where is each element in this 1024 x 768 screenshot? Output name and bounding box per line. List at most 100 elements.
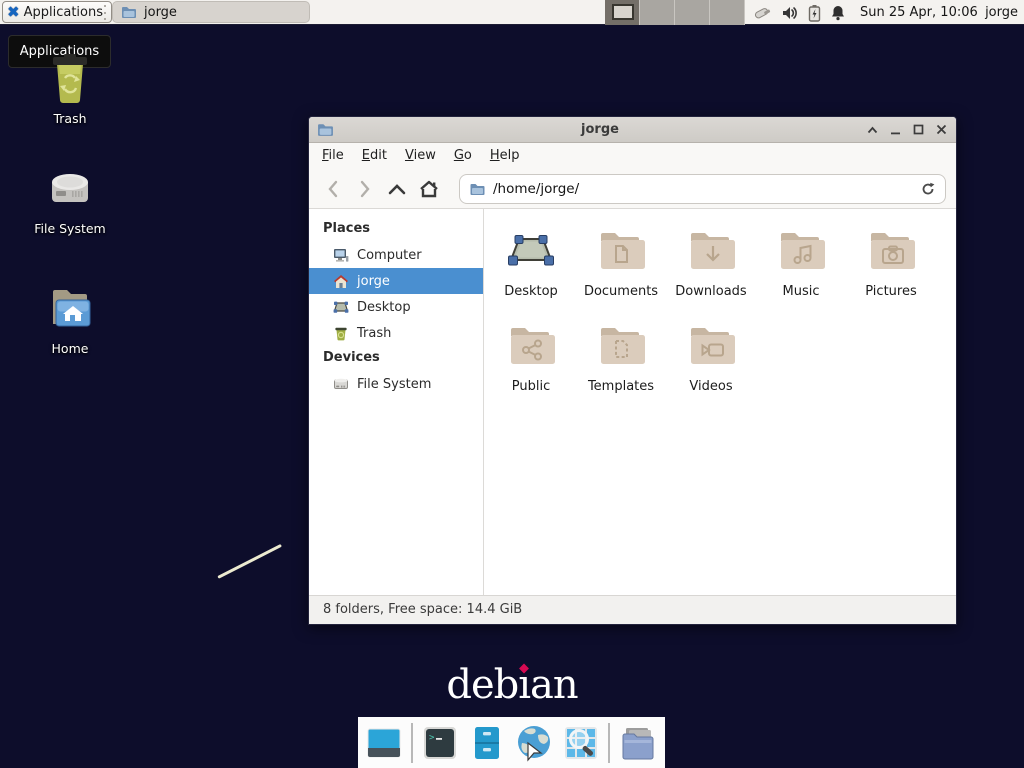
workspace-switcher[interactable] <box>605 0 745 25</box>
applications-menu-button[interactable]: ✖ Applications <box>2 1 112 23</box>
top-panel: ✖ Applications jorge <box>0 0 1024 25</box>
notification-bell-icon[interactable] <box>830 4 846 21</box>
menu-go[interactable]: Go <box>445 143 481 169</box>
show-desktop-button[interactable] <box>365 723 403 763</box>
folder-item-downloads[interactable]: Downloads <box>666 227 756 322</box>
file-cabinet-launcher[interactable] <box>468 723 506 763</box>
maximize-icon[interactable] <box>912 123 925 136</box>
drive-small-icon <box>333 377 349 391</box>
menu-file[interactable]: File <box>313 143 353 169</box>
dock-separator <box>411 723 413 763</box>
window-folder-icon <box>317 122 334 137</box>
folder-item-desktop[interactable]: Desktop <box>486 227 576 322</box>
workspace-window-thumb <box>612 4 634 20</box>
titlebar[interactable]: jorge <box>309 117 956 143</box>
home-folder-icon <box>45 284 95 334</box>
show-desktop-icon <box>365 724 403 762</box>
sidebar-header-places: Places <box>309 217 483 242</box>
sidebar-item-computer[interactable]: Computer <box>309 242 483 268</box>
forward-button[interactable] <box>351 175 379 203</box>
trash-small-icon <box>333 326 349 341</box>
folder-item-public[interactable]: Public <box>486 322 576 417</box>
sidebar-item-label: File System <box>357 377 431 392</box>
battery-charging-icon[interactable] <box>808 4 821 22</box>
dock-panel: > <box>358 717 665 768</box>
pictures-folder-icon <box>867 227 915 275</box>
desktop-icon-label: File System <box>34 221 106 236</box>
path-input[interactable]: /home/jorge/ <box>493 181 913 197</box>
terminal-launcher[interactable]: > <box>421 723 459 763</box>
file-manager-launcher[interactable] <box>618 723 658 763</box>
documents-folder-icon <box>597 227 645 275</box>
screwdriver-icon[interactable] <box>752 4 772 22</box>
workspace-3[interactable] <box>675 0 710 25</box>
sidebar-item-trash[interactable]: Trash <box>309 320 483 346</box>
desktop-icon-filesystem[interactable]: File System <box>22 164 118 236</box>
window-title: jorge <box>334 122 866 137</box>
menu-view[interactable]: View <box>396 143 445 169</box>
public-folder-icon <box>507 322 555 370</box>
desktop-icon-trash[interactable]: Trash <box>22 52 118 126</box>
volume-icon[interactable] <box>781 5 799 21</box>
terminal-icon: > <box>421 724 459 762</box>
folder-item-music[interactable]: Music <box>756 227 846 322</box>
downloads-folder-icon <box>687 227 735 275</box>
app-finder-icon <box>562 724 600 762</box>
web-browser-icon <box>514 723 554 763</box>
system-tray <box>752 0 846 25</box>
file-cabinet-icon <box>468 724 506 762</box>
close-icon[interactable] <box>935 123 948 136</box>
menubar: File Edit View Go Help <box>309 143 956 169</box>
sidebar-item-label: Desktop <box>357 300 411 315</box>
folder-item-label: Downloads <box>675 284 746 299</box>
file-manager-window: jorge File Edit View Go Help <box>308 116 957 625</box>
trash-icon <box>45 52 95 104</box>
sidebar-header-devices: Devices <box>309 346 483 371</box>
computer-icon <box>333 248 349 263</box>
folder-item-documents[interactable]: Documents <box>576 227 666 322</box>
folder-item-label: Music <box>783 284 820 299</box>
folder-item-pictures[interactable]: Pictures <box>846 227 936 322</box>
desktop-icon-label: Trash <box>53 111 86 126</box>
music-folder-icon <box>777 227 825 275</box>
minimize-icon[interactable] <box>889 123 902 136</box>
statusbar: 8 folders, Free space: 14.4 GiB <box>309 595 956 624</box>
menu-edit[interactable]: Edit <box>353 143 396 169</box>
desktop-icon-home[interactable]: Home <box>22 284 118 356</box>
pathbar-folder-icon <box>469 182 486 196</box>
path-bar[interactable]: /home/jorge/ <box>459 174 946 204</box>
folder-item-label: Public <box>512 379 550 394</box>
videos-folder-icon <box>687 322 735 370</box>
workspace-2[interactable] <box>640 0 675 25</box>
debian-wordmark: debıan <box>0 662 1024 708</box>
folder-view: Desktop Documents Downloads <box>484 209 956 595</box>
menu-help[interactable]: Help <box>481 143 529 169</box>
shade-icon[interactable] <box>866 123 879 136</box>
folder-item-label: Documents <box>584 284 658 299</box>
home-button[interactable] <box>415 175 443 203</box>
statusbar-text: 8 folders, Free space: 14.4 GiB <box>323 602 522 617</box>
taskbar-window-label: jorge <box>144 5 177 20</box>
taskbar-window-button[interactable]: jorge <box>112 1 310 23</box>
folder-item-label: Videos <box>689 379 732 394</box>
panel-username[interactable]: jorge <box>985 0 1018 25</box>
panel-clock[interactable]: Sun 25 Apr, 10:06 <box>860 0 978 25</box>
reload-icon[interactable] <box>920 181 936 197</box>
workspace-1[interactable] <box>605 0 640 25</box>
workspace-4[interactable] <box>710 0 745 25</box>
web-browser-launcher[interactable] <box>514 723 554 763</box>
panel-handle[interactable] <box>104 5 108 20</box>
folder-item-templates[interactable]: Templates <box>576 322 666 417</box>
user-home-icon <box>333 274 349 289</box>
sidebar: Places Computer jorge <box>309 209 484 595</box>
sidebar-item-desktop[interactable]: Desktop <box>309 294 483 320</box>
back-button[interactable] <box>319 175 347 203</box>
xfce-logo-icon: ✖ <box>7 5 20 20</box>
app-finder-launcher[interactable] <box>562 723 600 763</box>
folder-item-videos[interactable]: Videos <box>666 322 756 417</box>
up-button[interactable] <box>383 175 411 203</box>
sidebar-item-jorge[interactable]: jorge <box>309 268 483 294</box>
folder-icon <box>121 5 137 19</box>
sidebar-item-filesystem[interactable]: File System <box>309 371 483 397</box>
sidebar-item-label: Computer <box>357 248 422 263</box>
